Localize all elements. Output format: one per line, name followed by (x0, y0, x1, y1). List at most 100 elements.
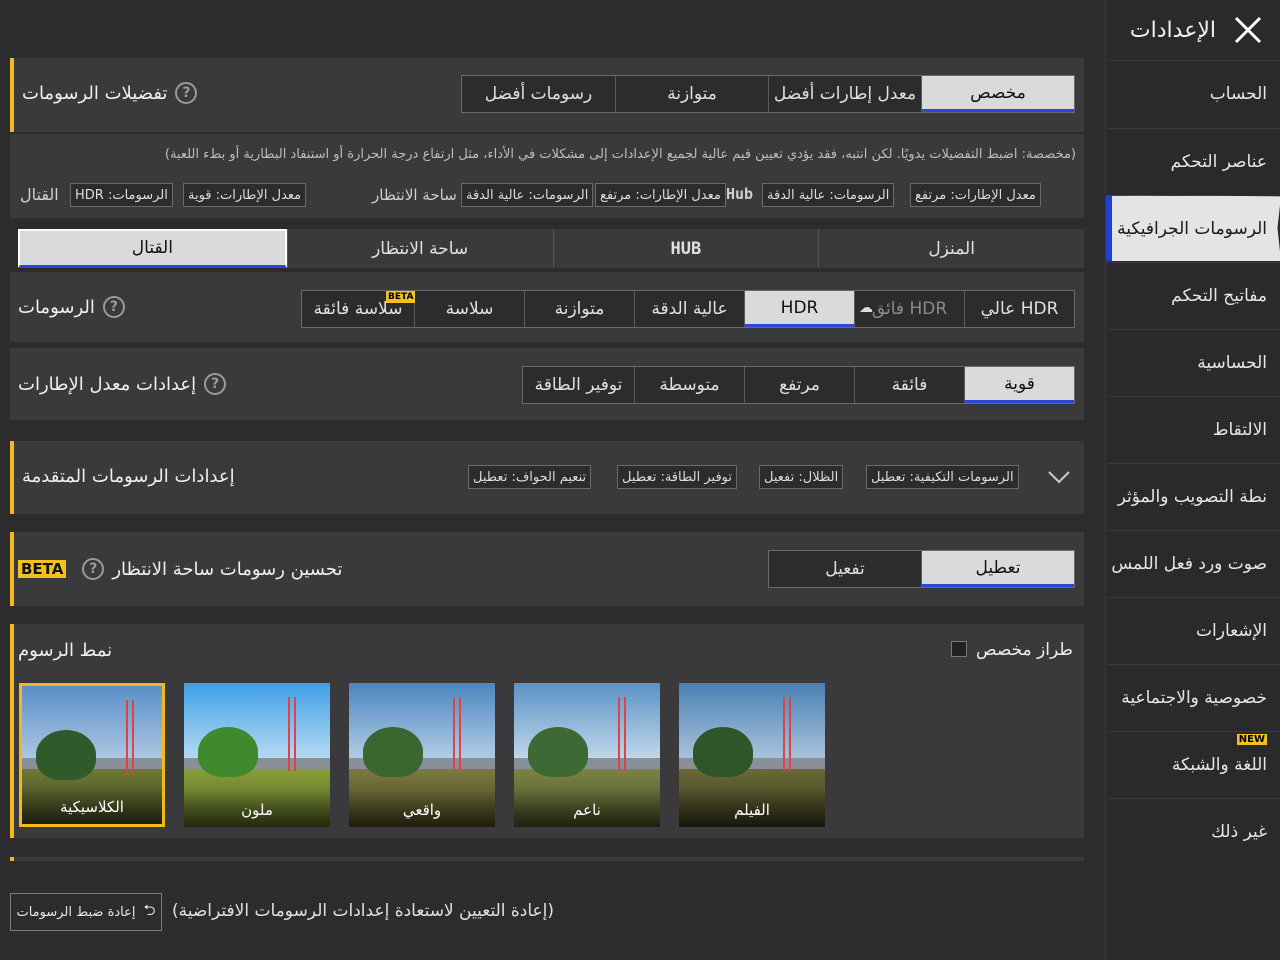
sidebar-item-label: عناصر التحكم (1170, 151, 1267, 172)
radio-tower-icon (126, 700, 134, 774)
sidebar-item[interactable]: الالتقاط (1106, 396, 1280, 462)
segment-option[interactable]: متوسطة (634, 367, 744, 403)
sidebar-item[interactable]: غير ذلك (1106, 798, 1280, 864)
preset-waiting-label: ساحة الانتظار (372, 186, 457, 204)
segment-option-label: فائقة (891, 375, 928, 395)
sidebar-item[interactable]: الإشعارات (1106, 597, 1280, 663)
preset-combat-label: القتال (20, 185, 59, 204)
sidebar-item-label: نطة التصويب والمؤثر (1117, 486, 1267, 507)
close-icon[interactable] (1230, 12, 1266, 48)
help-icon[interactable]: ? (175, 82, 198, 104)
segment-option[interactable]: عالي HDR (964, 291, 1074, 327)
frame-rate-selector: قوية فائقة مرتفع متوسطة توفير الطاقة (522, 366, 1075, 404)
tree-icon (198, 727, 258, 777)
sidebar-item[interactable]: الحساب (1106, 60, 1280, 126)
adv-chip-power: توفير الطاقة: تعطيل (617, 465, 737, 489)
sidebar-item[interactable]: صوت ورد فعل اللمس (1106, 530, 1280, 596)
segment-option[interactable]: HDR (744, 291, 854, 327)
sidebar-item[interactable]: نطة التصويب والمؤثر (1106, 463, 1280, 529)
segment-option[interactable]: متوازنة (615, 76, 768, 112)
radio-tower-icon (783, 697, 791, 771)
preset-lobby-fps: معدل الإطارات: مرتفع (910, 183, 1041, 207)
sidebar-item[interactable]: الرسومات الجرافيكية (1106, 195, 1280, 261)
sidebar-item-label: غير ذلك (1211, 821, 1267, 842)
scene-tab[interactable]: ساحة الانتظار (286, 229, 553, 268)
segment-option-label: عالي HDR (980, 299, 1059, 319)
segment-option[interactable]: قوية (964, 367, 1074, 403)
settings-title: الإعدادات (1129, 17, 1216, 43)
style-thumbnail-label: الكلاسيكية (22, 786, 162, 824)
sidebar-item[interactable]: الحساسية (1106, 329, 1280, 395)
preferences-selector: مخصص معدل إطارات أفضل متوازنة رسومات أفضل (461, 75, 1075, 113)
segment-option[interactable]: تفعيل (769, 551, 921, 587)
style-thumbnail[interactable]: الكلاسيكية (19, 683, 165, 827)
style-thumbnail-label: الفيلم (679, 789, 825, 827)
sidebar-item[interactable]: عناصر التحكم (1106, 128, 1280, 194)
beta-badge: BETA (386, 291, 416, 303)
segment-option[interactable]: سلاسة (414, 291, 524, 327)
style-thumbnail-label: واقعي (349, 789, 495, 827)
style-thumbnail[interactable]: ناعم (514, 683, 660, 827)
sidebar-item-label: الإشعارات (1196, 620, 1267, 641)
preset-combat-fps: معدل الإطارات: قوية (183, 183, 307, 207)
segment-option[interactable]: توفير الطاقة (523, 367, 634, 403)
help-icon[interactable]: ? (82, 558, 105, 580)
graphics-selector: عالي HDR فائق HDR ☁ HDR عالية الدقة متوازنة سل… (301, 290, 1075, 328)
sidebar-item[interactable]: مفاتيح التحكم (1106, 262, 1280, 328)
help-icon[interactable]: ? (204, 373, 227, 395)
segment-option[interactable]: متوازنة (524, 291, 634, 327)
segment-option[interactable]: رسومات أفضل (462, 76, 615, 112)
sidebar-item[interactable]: اللغة والشبكة NEW (1106, 731, 1280, 797)
scene-tab-label: المنزل (928, 238, 975, 259)
advanced-label: إعدادات الرسومات المتقدمة (22, 466, 235, 487)
scene-tab[interactable]: HUB (552, 229, 819, 268)
chevron-down-icon[interactable] (1047, 468, 1071, 486)
reset-note: (إعادة التعيين لاستعادة إعدادات الرسومات… (172, 901, 555, 921)
segment-option[interactable]: معدل إطارات أفضل (768, 76, 921, 112)
segment-option[interactable]: سلاسة فائقة BETA (302, 291, 416, 327)
segment-option[interactable]: تعطيل (921, 551, 1074, 587)
segment-option[interactable]: فائق HDR ☁ (854, 291, 964, 327)
segment-option-label: رسومات أفضل (484, 84, 593, 104)
reset-button-label: إعادة ضبط الرسومات (16, 904, 136, 920)
reset-graphics-button[interactable]: إعادة ضبط الرسومات ⮌ (10, 893, 162, 931)
segment-option[interactable]: مرتفع (744, 367, 854, 403)
segment-option-label: مخصص (970, 82, 1026, 103)
new-badge: NEW (1236, 734, 1267, 745)
segment-option-label: قوية (1004, 373, 1035, 394)
help-icon[interactable]: ? (102, 296, 125, 318)
sidebar-item-label: اللغة والشبكة (1171, 754, 1267, 775)
segment-option-label: فائق HDR (871, 299, 948, 319)
style-thumbnail-label: ملون (184, 789, 330, 827)
scene-tab-label: القتال (131, 238, 173, 258)
segment-option-label: سلاسة (445, 299, 494, 319)
segment-option[interactable]: مخصص (921, 76, 1074, 112)
sidebar-item[interactable]: خصوصية والاجتماعية (1106, 664, 1280, 730)
tree-icon (528, 727, 588, 777)
scene-tab[interactable]: المنزل (818, 229, 1084, 268)
style-label: نمط الرسوم (18, 640, 113, 661)
tree-icon (363, 727, 423, 777)
frame-rate-label: إعدادات معدل الإطارات (18, 373, 197, 395)
custom-style-checkbox[interactable] (951, 641, 967, 657)
segment-option-label: توفير الطاقة (534, 375, 623, 395)
style-thumbnail[interactable]: ملون (184, 683, 330, 827)
radio-tower-icon (618, 697, 626, 771)
sidebar: الإعدادات الحساب عناصر التحكم الرسومات الج… (1105, 0, 1280, 960)
sidebar-item-label: الرسومات الجرافيكية (1117, 218, 1267, 239)
segment-option-label: تعطيل (975, 557, 1021, 578)
radio-tower-icon (453, 697, 461, 771)
segment-option-label: متوازنة (667, 84, 717, 104)
adv-chip-shadows: الظلال: تفعيل (759, 465, 844, 489)
scene-tab[interactable]: القتال (18, 229, 287, 268)
segment-option[interactable]: فائقة (854, 367, 964, 403)
sidebar-item-label: مفاتيح التحكم (1171, 285, 1267, 306)
segment-option[interactable]: عالية الدقة (634, 291, 744, 327)
scene-tab-label: HUB (670, 238, 702, 259)
style-thumbnail[interactable]: واقعي (349, 683, 495, 827)
segment-option-label: مرتفع (779, 375, 820, 395)
style-thumbnail[interactable]: الفيلم (679, 683, 825, 827)
tree-icon (36, 730, 96, 780)
graphics-label: الرسومات (18, 296, 95, 318)
sidebar-item-label: الالتقاط (1212, 419, 1267, 440)
